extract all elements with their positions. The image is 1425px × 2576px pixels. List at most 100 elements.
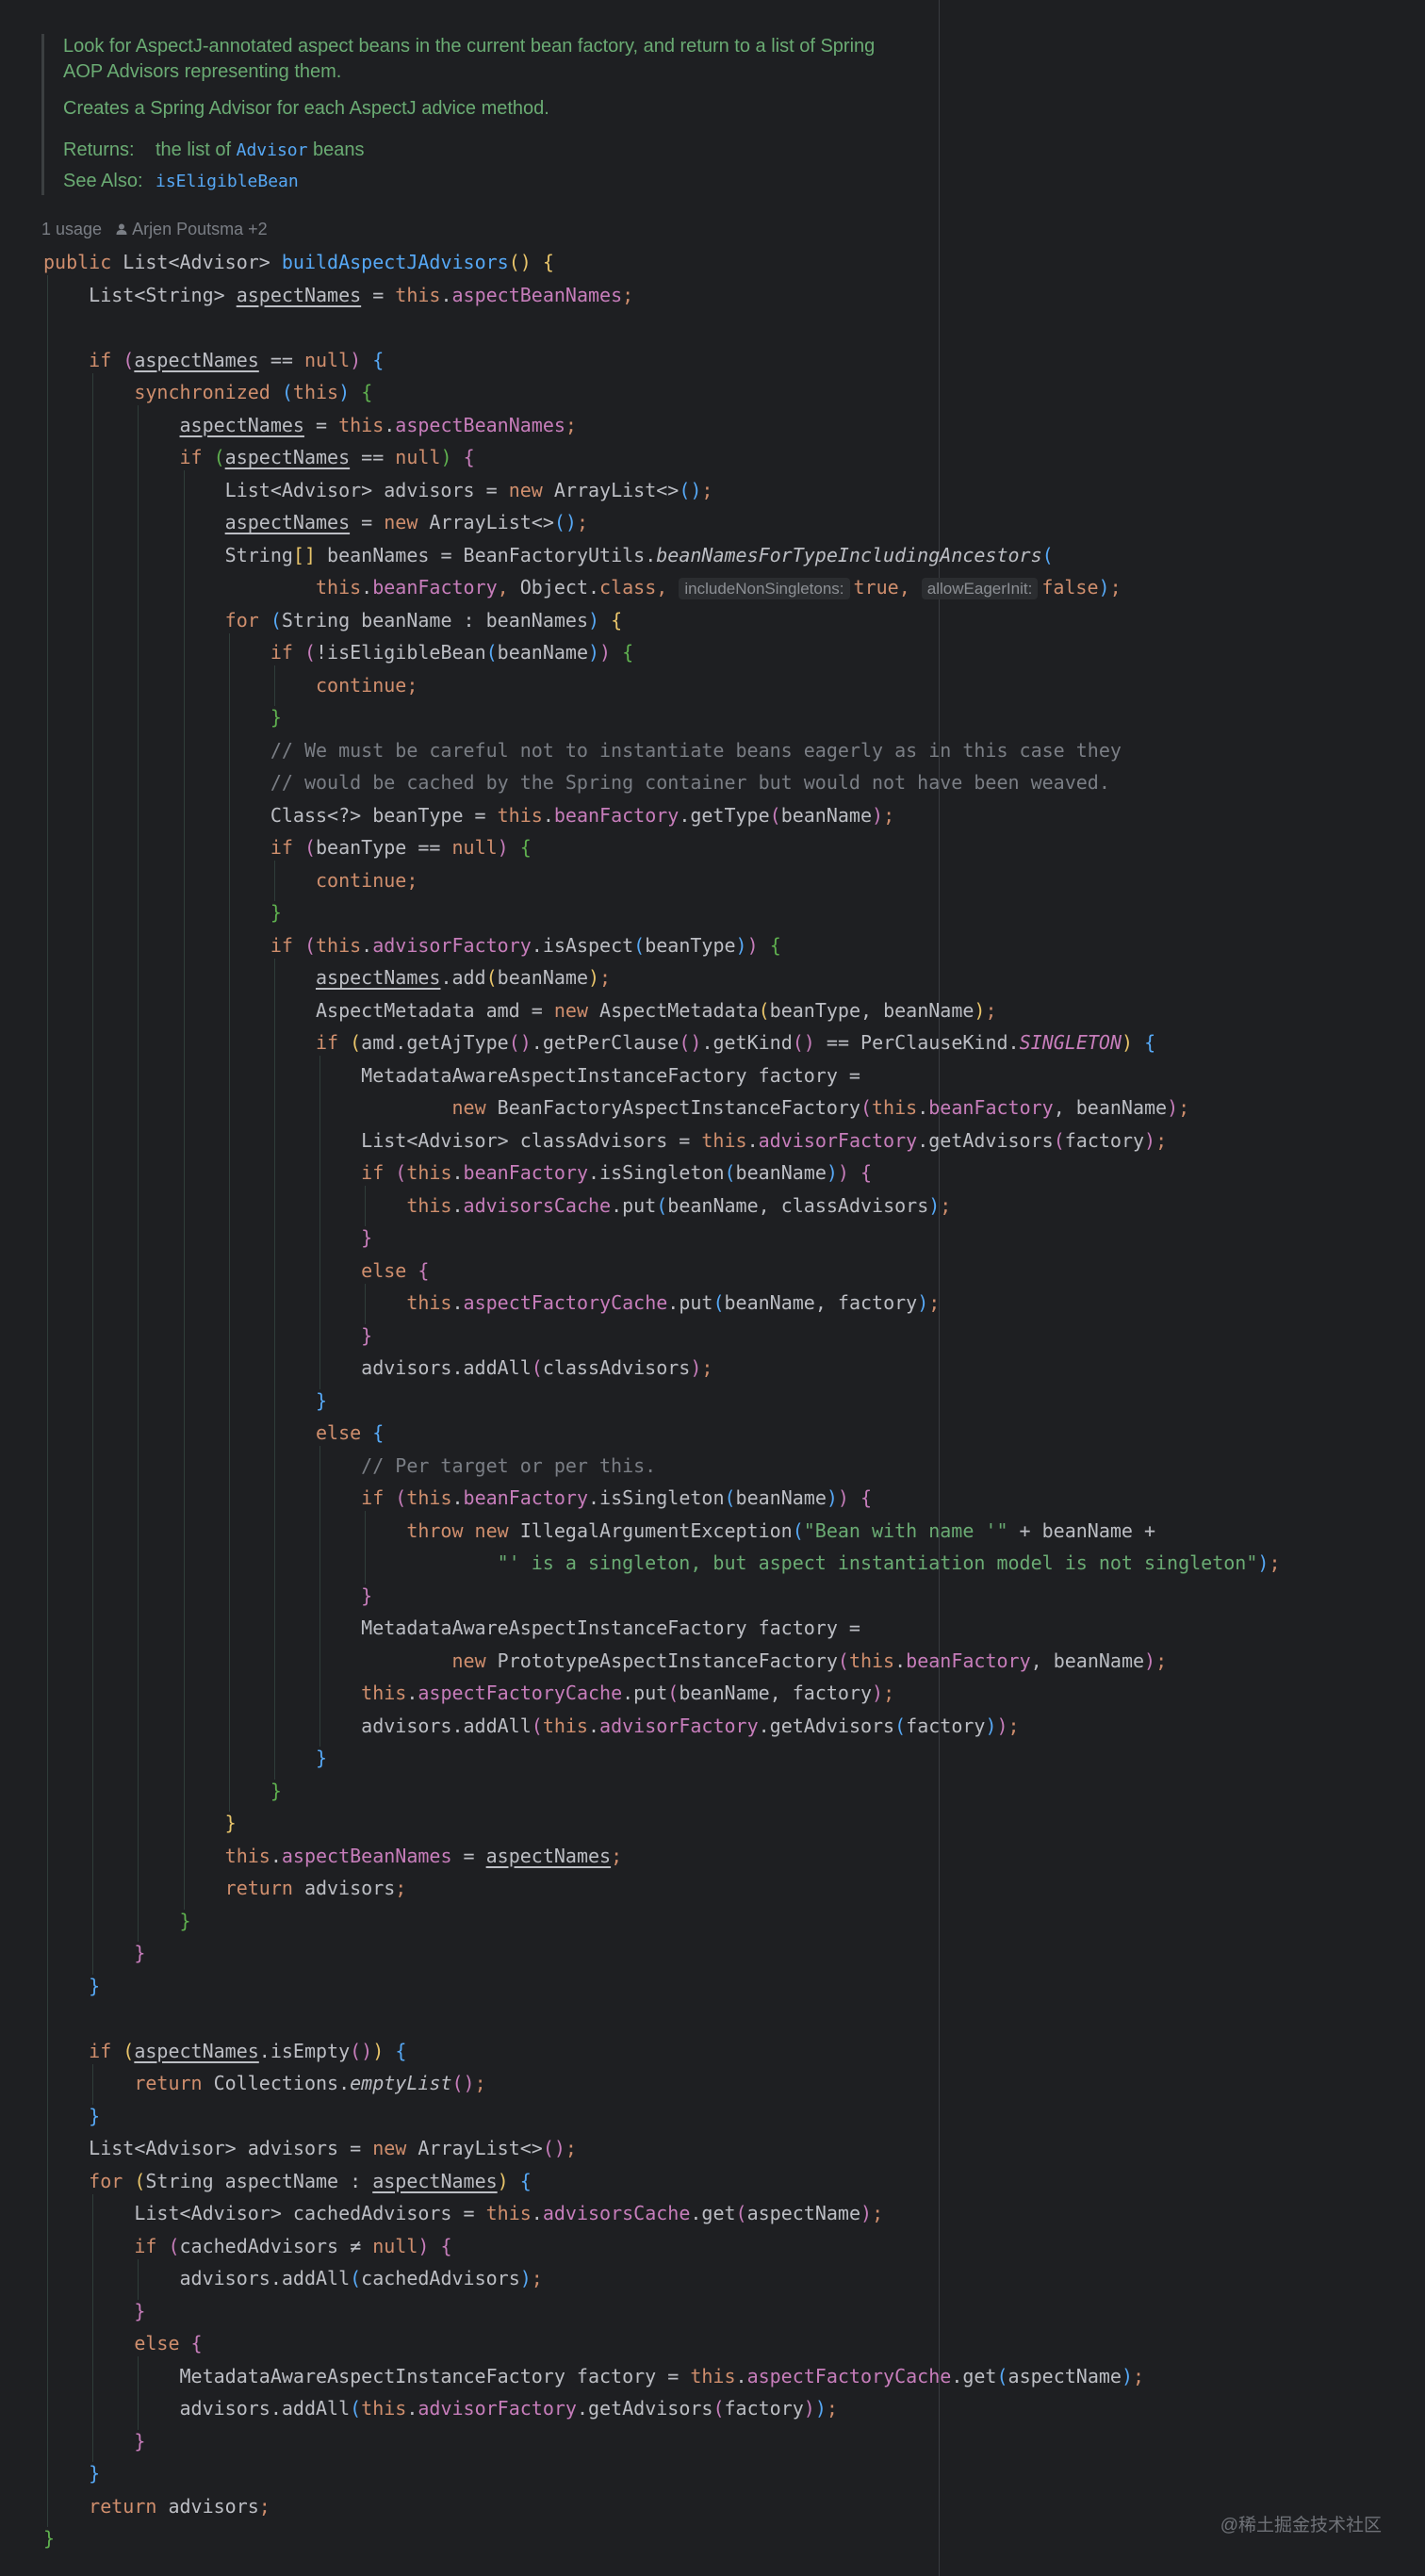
code-token: emptyList <box>350 2072 452 2094</box>
code-line[interactable]: if (cachedAdvisors ≠ null) { <box>43 2230 451 2263</box>
code-line[interactable]: MetadataAwareAspectInstanceFactory facto… <box>43 1059 860 1092</box>
see-also-link[interactable]: isEligibleBean <box>156 172 299 191</box>
author-link[interactable]: Arjen Poutsma +2 <box>132 220 268 238</box>
code-line[interactable]: aspectNames = new ArrayList<>(); <box>43 506 588 539</box>
code-line[interactable]: if (beanType == null) { <box>43 831 532 864</box>
code-editor[interactable]: Look for AspectJ-annotated aspect beans … <box>0 0 1425 2576</box>
code-line[interactable]: advisors.addAll(cachedAdvisors); <box>43 2262 542 2295</box>
code-token: IllegalArgumentException <box>519 1518 793 1542</box>
code-line[interactable]: } <box>43 2457 100 2490</box>
code-line[interactable]: } <box>43 1775 282 1808</box>
code-token: . <box>542 803 554 827</box>
code-line[interactable]: } <box>43 1320 372 1353</box>
code-line[interactable]: if (amd.getAjType().getPerClause().getKi… <box>43 1026 1155 1059</box>
code-line[interactable]: this.aspectBeanNames = aspectNames; <box>43 1840 622 1873</box>
returns-label: Returns: <box>63 139 135 160</box>
code-line[interactable]: public List<Advisor> buildAspectJAdvisor… <box>43 246 554 279</box>
code-line[interactable]: } <box>43 1970 100 2003</box>
code-line[interactable]: return advisors; <box>43 2490 270 2523</box>
code-line[interactable]: continue; <box>43 669 418 702</box>
code-line[interactable]: Class<?> beanType = this.beanFactory.get… <box>43 799 894 832</box>
code-line[interactable]: return Collections.emptyList(); <box>43 2067 485 2100</box>
code-line[interactable]: this.beanFactory, Object.class, includeN… <box>43 571 1122 604</box>
code-line[interactable]: if (aspectNames == null) { <box>43 344 384 377</box>
code-token: aspectFactoryCache <box>418 1682 623 1704</box>
code-token: ( <box>134 2169 146 2192</box>
code-token: ) <box>1121 1031 1134 1054</box>
code-line[interactable]: if (this.advisorFactory.isAspect(beanTyp… <box>43 929 781 962</box>
code-token: ( <box>395 1161 407 1184</box>
code-token: beanName <box>735 1161 827 1184</box>
code-line[interactable]: } <box>43 896 282 929</box>
code-line[interactable]: } <box>43 1742 327 1775</box>
code-line[interactable]: List<Advisor> classAdvisors = this.advis… <box>43 1124 1167 1157</box>
code-line[interactable]: } <box>43 2425 145 2458</box>
code-line[interactable]: } <box>43 1905 191 1938</box>
code-line[interactable]: this.aspectFactoryCache.put(beanName, fa… <box>43 1287 940 1320</box>
code-line[interactable]: if (!isEligibleBean(beanName)) { <box>43 636 633 669</box>
code-line[interactable]: advisors.addAll(this.advisorFactory.getA… <box>43 2392 837 2425</box>
code-token: beanType <box>645 933 736 957</box>
code-line[interactable]: return advisors; <box>43 1872 407 1905</box>
code-line[interactable]: String[] beanNames = BeanFactoryUtils.be… <box>43 539 1054 572</box>
code-line[interactable]: } <box>43 1222 372 1255</box>
code-token: } <box>315 1747 328 1769</box>
returns-advisor-link[interactable]: Advisor <box>237 140 308 160</box>
code-line[interactable]: if (this.beanFactory.isSingleton(beanNam… <box>43 1482 872 1515</box>
code-line[interactable]: if (this.beanFactory.isSingleton(beanNam… <box>43 1157 872 1190</box>
code-line[interactable]: List<Advisor> cachedAdvisors = this.advi… <box>43 2197 883 2230</box>
code-line[interactable]: List<String> aspectNames = this.aspectBe… <box>43 279 633 312</box>
javadoc-line: Creates a Spring Advisor for each Aspect… <box>63 98 549 119</box>
code-line[interactable]: // would be cached by the Spring contain… <box>43 766 1110 799</box>
code-token: AspectMetadata amd = <box>43 998 554 1022</box>
usages-link[interactable]: 1 usage <box>41 220 102 238</box>
code-token: ( <box>656 1193 668 1217</box>
code-line[interactable]: new PrototypeAspectInstanceFactory(this.… <box>43 1645 1167 1678</box>
code-line[interactable]: MetadataAwareAspectInstanceFactory facto… <box>43 1612 860 1645</box>
code-line[interactable]: } <box>43 1385 327 1418</box>
code-token: ) <box>350 348 362 371</box>
code-line[interactable]: // Per target or per this. <box>43 1450 656 1483</box>
code-line[interactable]: } <box>43 2295 145 2328</box>
code-line[interactable]: } <box>43 2522 55 2555</box>
code-token: .getAdvisors <box>576 2397 713 2420</box>
code-line[interactable]: aspectNames.add(beanName); <box>43 961 611 994</box>
code-token: null <box>372 2234 418 2257</box>
code-line[interactable]: } <box>43 701 282 734</box>
code-line[interactable]: "' is a singleton, but aspect instantiat… <box>43 1547 1281 1580</box>
code-line[interactable]: List<Advisor> advisors = new ArrayList<>… <box>43 474 713 507</box>
code-line[interactable]: MetadataAwareAspectInstanceFactory facto… <box>43 2360 1144 2393</box>
code-line[interactable]: throw new IllegalArgumentException("Bean… <box>43 1515 1155 1548</box>
code-line[interactable]: else { <box>43 1255 429 1288</box>
code-line[interactable]: this.aspectFactoryCache.put(beanName, fa… <box>43 1677 894 1710</box>
code-line[interactable]: else { <box>43 1417 384 1450</box>
code-line[interactable]: List<Advisor> advisors = new ArrayList<>… <box>43 2132 577 2165</box>
code-line[interactable]: if (aspectNames.isEmpty()) { <box>43 2035 406 2068</box>
code-line[interactable]: if (aspectNames == null) { <box>43 441 475 474</box>
code-line[interactable]: synchronized (this) { <box>43 376 372 409</box>
code-token: return <box>224 1877 304 1899</box>
code-line[interactable]: for (String beanName : beanNames) { <box>43 604 622 637</box>
code-line[interactable]: } <box>43 2100 100 2133</box>
code-line[interactable]: continue; <box>43 864 418 897</box>
code-line[interactable]: for (String aspectName : aspectNames) { <box>43 2165 532 2198</box>
code-line[interactable]: AspectMetadata amd = new AspectMetadata(… <box>43 994 997 1027</box>
code-line[interactable]: } <box>43 1937 145 1970</box>
code-line[interactable]: } <box>43 1807 237 1840</box>
code-line[interactable]: this.advisorsCache.put(beanName, classAd… <box>43 1190 951 1222</box>
code-line[interactable]: advisors.addAll(this.advisorFactory.getA… <box>43 1710 1019 1743</box>
code-line[interactable]: else { <box>43 2327 202 2360</box>
code-line[interactable]: new BeanFactoryAspectInstanceFactory(thi… <box>43 1091 1189 1124</box>
code-line[interactable]: aspectNames = this.aspectBeanNames; <box>43 409 577 442</box>
code-token: List<Advisor> <box>123 251 282 273</box>
code-line[interactable]: advisors.addAll(classAdvisors); <box>43 1352 712 1385</box>
code-line[interactable]: } <box>43 1580 372 1613</box>
code-line[interactable]: // We must be careful not to instantiate… <box>43 734 1122 767</box>
